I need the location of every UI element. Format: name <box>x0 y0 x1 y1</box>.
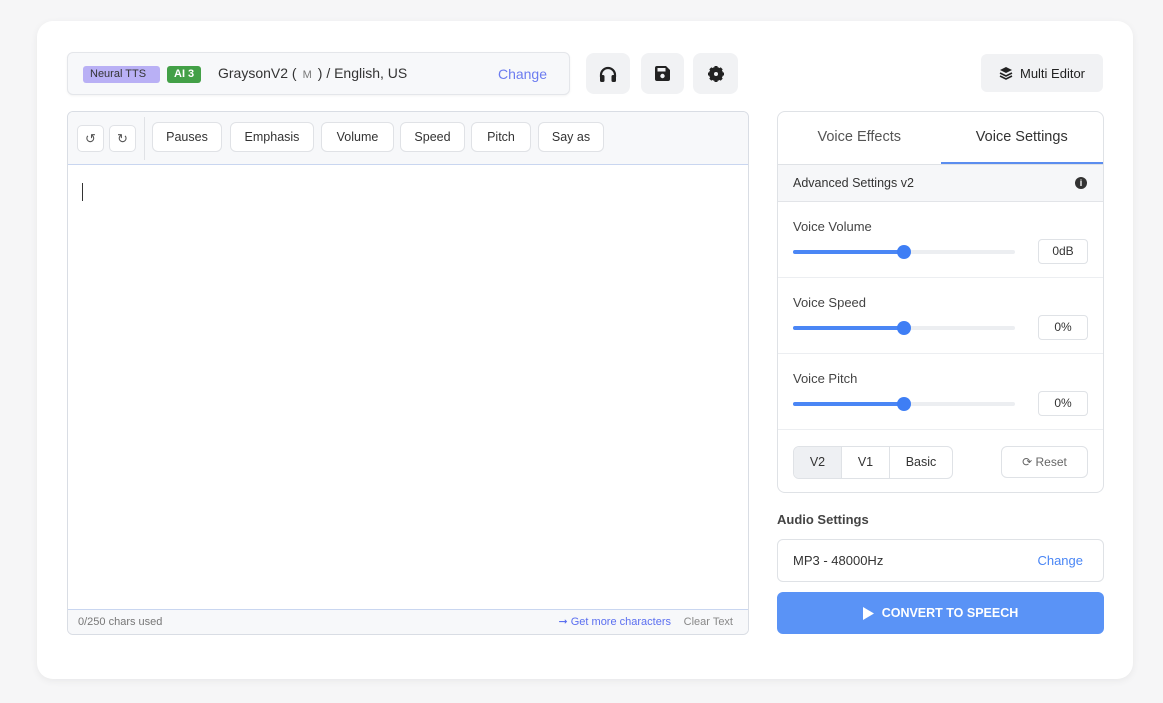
play-icon <box>862 606 874 620</box>
voice-volume-slider[interactable] <box>793 245 1015 259</box>
undo-button[interactable]: ↺ <box>77 125 104 152</box>
settings-button[interactable] <box>693 53 738 94</box>
version-basic[interactable]: Basic <box>890 447 952 478</box>
voice-pitch-label: Voice Pitch <box>793 371 858 386</box>
audio-settings-label: Audio Settings <box>777 512 869 527</box>
advanced-settings-label: Advanced Settings v2 <box>793 176 914 190</box>
voice-speed-slider[interactable] <box>793 321 1015 335</box>
say-as-button[interactable]: Say as <box>538 122 604 152</box>
multi-editor-button[interactable]: Multi Editor <box>981 54 1103 92</box>
audio-format-box: MP3 - 48000Hz Change <box>777 539 1104 582</box>
voice-pitch-row: Voice Pitch 0% <box>778 354 1103 430</box>
ai-badge: AI 3 <box>167 66 202 83</box>
editor-toolbar: ↺ ↻ Pauses Emphasis Volume Speed Pitch S… <box>68 112 748 165</box>
headphones-icon <box>599 66 617 82</box>
pauses-button[interactable]: Pauses <box>152 122 222 152</box>
advanced-settings-header: Advanced Settings v2 i <box>778 165 1103 202</box>
reset-button[interactable]: ⟳ Reset <box>1001 446 1088 478</box>
change-voice-link[interactable]: Change <box>498 66 547 82</box>
change-audio-link[interactable]: Change <box>1037 540 1083 581</box>
voice-speed-row: Voice Speed 0% <box>778 278 1103 354</box>
voice-pitch-slider[interactable] <box>793 397 1015 411</box>
pitch-button[interactable]: Pitch <box>471 122 531 152</box>
voice-volume-label: Voice Volume <box>793 219 872 234</box>
voice-pitch-value[interactable]: 0% <box>1038 391 1088 416</box>
voice-speed-label: Voice Speed <box>793 295 867 310</box>
toolbar-divider <box>144 117 145 160</box>
speed-button[interactable]: Speed <box>400 122 465 152</box>
text-input[interactable] <box>68 165 748 609</box>
slider-handle[interactable] <box>897 245 911 259</box>
tab-voice-settings[interactable]: Voice Settings <box>940 112 1103 164</box>
clear-text-button[interactable]: Clear Text <box>684 610 733 634</box>
tab-voice-effects[interactable]: Voice Effects <box>778 112 941 164</box>
neural-tts-badge: Neural TTS <box>83 66 160 83</box>
volume-button[interactable]: Volume <box>321 122 394 152</box>
preview-button[interactable] <box>586 53 630 94</box>
text-editor: ↺ ↻ Pauses Emphasis Volume Speed Pitch S… <box>67 111 749 635</box>
version-row: V2 V1 Basic ⟳ Reset <box>778 430 1103 492</box>
editor-footer: 0/250 chars used ➞ Get more characters C… <box>68 609 748 634</box>
version-v2[interactable]: V2 <box>794 447 842 478</box>
settings-panel: Voice Effects Voice Settings Advanced Se… <box>777 111 1104 493</box>
slider-handle[interactable] <box>897 321 911 335</box>
char-count: 0/250 chars used <box>78 616 163 628</box>
voice-volume-row: Voice Volume 0dB <box>778 202 1103 278</box>
info-icon[interactable]: i <box>1075 177 1087 189</box>
text-caret <box>82 183 83 201</box>
layers-icon <box>999 67 1013 80</box>
get-more-characters-link[interactable]: ➞ Get more characters <box>558 610 671 634</box>
voice-volume-value[interactable]: 0dB <box>1038 239 1088 264</box>
slider-handle[interactable] <box>897 397 911 411</box>
refresh-icon: ⟳ <box>1022 455 1033 469</box>
gear-icon <box>707 65 724 82</box>
version-v1[interactable]: V1 <box>842 447 890 478</box>
emphasis-button[interactable]: Emphasis <box>230 122 314 152</box>
voice-speed-value[interactable]: 0% <box>1038 315 1088 340</box>
redo-icon: ↻ <box>117 130 128 146</box>
convert-to-speech-button[interactable]: CONVERT TO SPEECH <box>777 592 1104 634</box>
voice-name: GraysonV2 (M) / English, US <box>218 65 408 81</box>
save-button[interactable] <box>641 53 684 94</box>
redo-button[interactable]: ↻ <box>109 125 136 152</box>
audio-format: MP3 - 48000Hz <box>793 553 884 568</box>
version-selector: V2 V1 Basic <box>793 446 953 479</box>
undo-icon: ↺ <box>85 130 96 146</box>
convert-label: CONVERT TO SPEECH <box>881 606 1019 620</box>
multi-editor-label: Multi Editor <box>1019 65 1086 81</box>
voice-selector: Neural TTS AI 3 GraysonV2 (M) / English,… <box>67 52 570 95</box>
save-icon <box>655 66 670 81</box>
